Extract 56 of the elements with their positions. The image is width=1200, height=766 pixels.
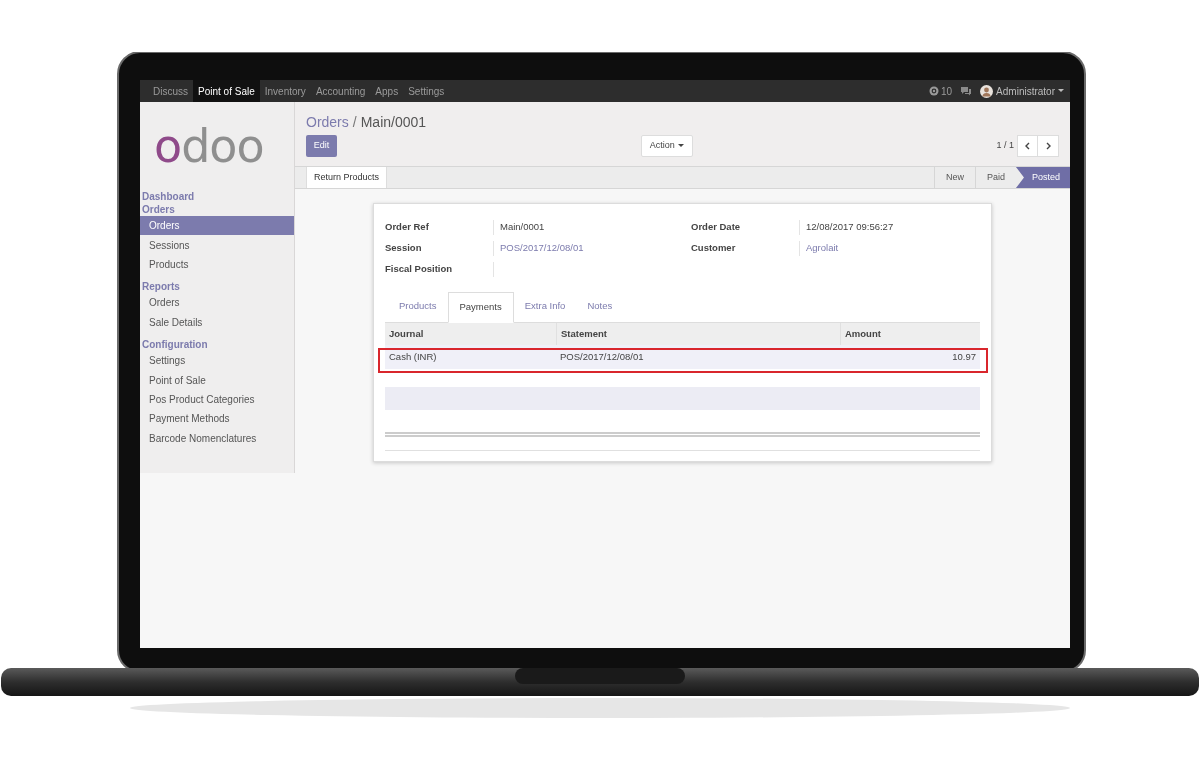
sidebar-section-title[interactable]: Reports [140, 280, 294, 294]
field-link[interactable]: POS/2017/12/08/01 [494, 241, 584, 256]
sidebar-item[interactable]: Sale Details [140, 312, 294, 332]
breadcrumb-separator: / [351, 114, 358, 130]
app-menu-item[interactable]: Accounting [310, 80, 371, 102]
field-value: 12/08/2017 09:56:27 [805, 220, 894, 234]
odoo-logo[interactable]: odoo [154, 123, 264, 169]
sidebar-item[interactable]: Orders [140, 293, 294, 313]
column-header[interactable]: Journal [385, 323, 556, 345]
field-label: Order Date [691, 220, 800, 235]
page-title: Main/0001 [360, 114, 427, 130]
sidebar-item[interactable]: Orders [140, 216, 294, 236]
sidebar-item[interactable]: Barcode Nomenclatures [140, 428, 294, 448]
form-tab[interactable]: Payments [447, 292, 514, 323]
sidebar-section-title[interactable]: Dashboard [140, 190, 294, 203]
status-step[interactable]: New [933, 167, 975, 188]
sidebar-section-title[interactable]: Orders [140, 203, 294, 216]
chevron-right-icon [1045, 142, 1051, 150]
notification-count[interactable]: 10 [940, 83, 953, 99]
sidebar-item[interactable]: Products [140, 254, 294, 275]
form-tab[interactable]: Notes [576, 291, 624, 322]
field-link[interactable]: Agrolait [800, 241, 839, 256]
sidebar-item[interactable]: Sessions [140, 235, 294, 255]
caret-icon [677, 144, 684, 148]
field-label: Order Ref [385, 220, 494, 235]
table-cell-text: 10.97 [951, 349, 977, 364]
status-step[interactable]: Posted [1015, 167, 1070, 188]
chevron-left-icon [1025, 142, 1030, 150]
form-tab[interactable]: Products [388, 291, 448, 322]
field-value: Main/0001 [499, 220, 545, 234]
app-menu-item[interactable]: Apps [370, 80, 404, 102]
app-menu-item[interactable]: Inventory [259, 80, 311, 102]
table-cell-text: Cash (INR) [388, 349, 438, 364]
field-label: Fiscal Position [385, 262, 494, 277]
app-menu-item[interactable]: Point of Sale [193, 80, 260, 102]
chat-icon[interactable] [960, 86, 973, 96]
field-label: Customer [691, 241, 800, 256]
sidebar-item[interactable]: Settings [140, 350, 294, 371]
status-step[interactable]: Paid [974, 167, 1016, 188]
pager-counter: 1 / 1 [996, 139, 1014, 153]
sidebar-item[interactable]: Pos Product Categories [140, 389, 294, 410]
app-menu-item[interactable]: Settings [403, 80, 450, 102]
action-dropdown[interactable]: Action [640, 135, 693, 157]
edit-button[interactable]: Edit [306, 135, 337, 157]
sidebar-item[interactable]: Point of Sale [140, 370, 294, 390]
app-menu-item[interactable]: Discuss [148, 80, 193, 102]
return-products-button[interactable]: Return Products [306, 167, 388, 188]
breadcrumb-link[interactable]: Orders [306, 114, 349, 130]
form-tab[interactable]: Extra Info [513, 291, 577, 322]
avatar-icon[interactable] [980, 84, 994, 98]
table-cell-text: POS/2017/12/08/01 [559, 349, 645, 364]
user-menu[interactable]: Administrator [996, 83, 1055, 99]
field-label: Session [385, 241, 494, 256]
sidebar-item[interactable]: Payment Methods [140, 409, 294, 429]
caret-icon[interactable] [1058, 89, 1064, 93]
sidebar-section-title[interactable]: Configuration [140, 337, 294, 351]
